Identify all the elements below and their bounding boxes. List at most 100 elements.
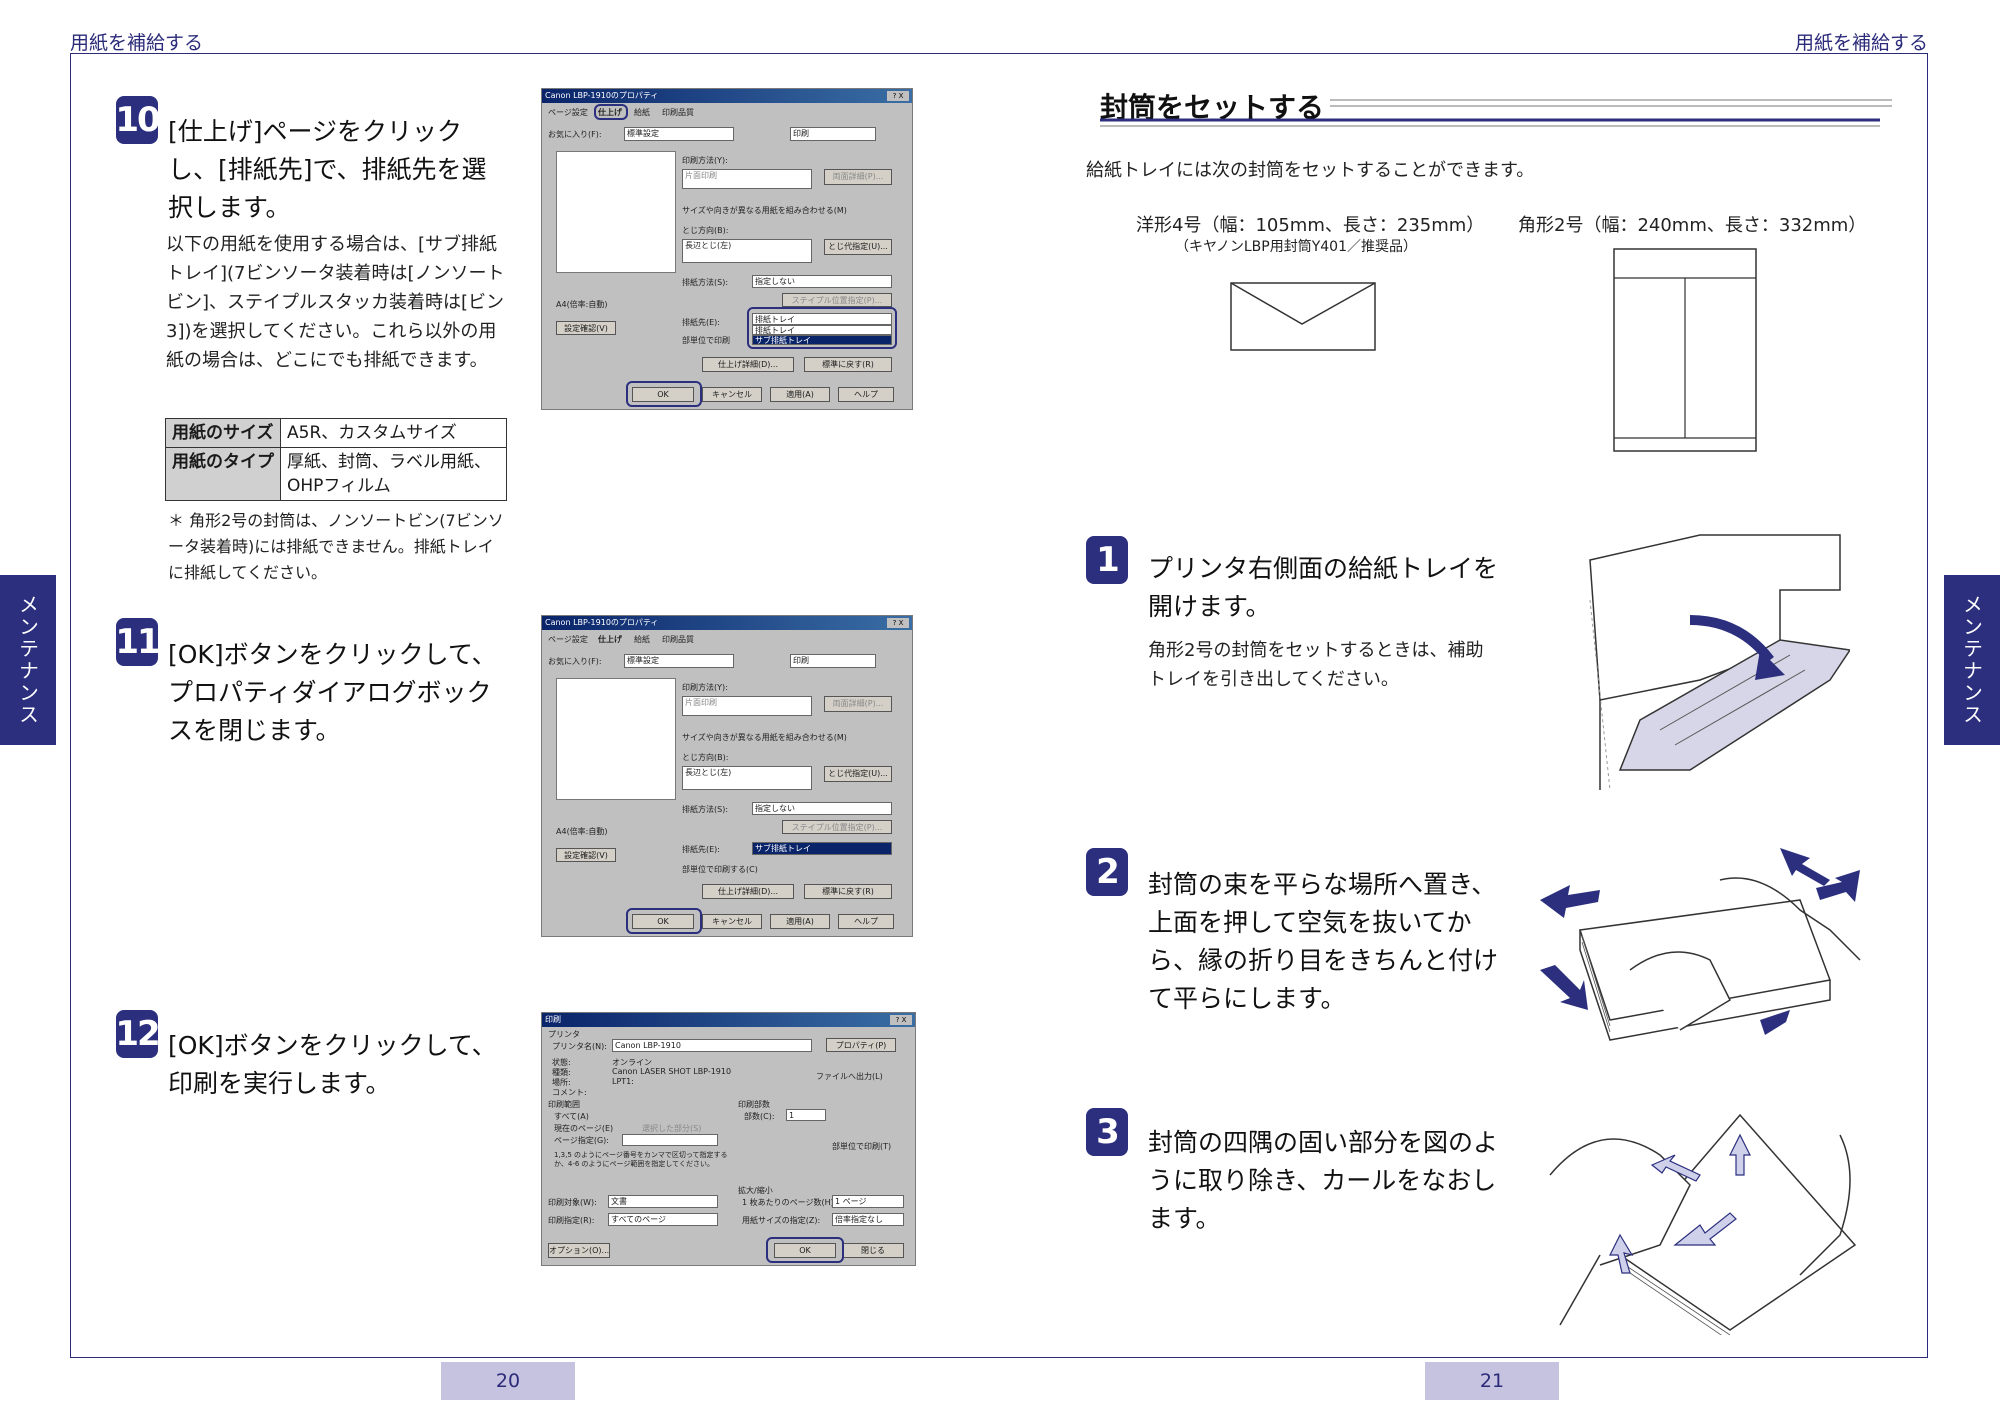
tab-paper-source[interactable]: 給紙 [634, 634, 650, 645]
output-method-select[interactable]: 指定しない [752, 802, 892, 815]
range-selection-radio[interactable]: 選択した部分(S) [642, 1123, 701, 1134]
paper-caption: A4(倍率:自動) [556, 827, 608, 836]
cancel-button[interactable]: キャンセル [702, 914, 762, 929]
print-method-select[interactable]: 片面印刷 [682, 169, 812, 189]
mixed-size-checkbox[interactable]: サイズや向きが異なる用紙を組み合わせる(M) [682, 205, 847, 216]
running-header-right: 用紙を補給する [1794, 32, 1928, 54]
finishing-detail-button[interactable]: 仕上げ詳細(D)... [702, 357, 794, 372]
tab-page-setup[interactable]: ページ設定 [548, 634, 588, 645]
step-badge-3: 3 [1086, 1108, 1128, 1156]
options-button[interactable]: オプション(O)... [548, 1243, 610, 1258]
side-tab-right: メンテナンス [1944, 575, 2000, 745]
step1-title: プリンタ右側面の給紙トレイを開けます。 [1148, 554, 1499, 621]
binding-label: とじ方向(B): [682, 753, 729, 762]
help-close-buttons[interactable]: ? X [887, 618, 909, 628]
envelope-kaku2-illustration [1613, 248, 1757, 452]
collate-checkbox[interactable]: 部単位で印刷(T) [832, 1141, 891, 1152]
staple-position-button[interactable]: ステイプル位置指定(P)... [782, 820, 892, 834]
margin-button[interactable]: とじ代指定(U)... [824, 766, 892, 782]
step10-note: ＊ 角形2号の封筒は、ノンソートビン(7ビンソータ装着時)には排紙できません。排… [168, 511, 504, 582]
print-pages-select[interactable]: すべてのページ [608, 1213, 718, 1226]
print-dialog-screenshot: 印刷 ? X プリンタ プリンタ名(N): Canon LBP-1910 プロパ… [541, 1012, 916, 1266]
running-header-left: 用紙を補給する [70, 32, 204, 54]
output-dest-label: 排紙先(E): [682, 318, 720, 327]
range-current-radio[interactable]: 現在のページ(E) [554, 1123, 613, 1134]
print-what-select[interactable]: 文書 [608, 1195, 718, 1208]
close-button[interactable]: 閉じる [842, 1243, 904, 1258]
favorites-select[interactable]: 標準設定 [624, 654, 734, 668]
range-all-radio[interactable]: すべて(A) [554, 1111, 589, 1122]
properties-button[interactable]: プロパティ(P) [826, 1038, 896, 1052]
copies-group-label: 印刷部数 [738, 1100, 770, 1109]
highlight-ok [766, 1237, 844, 1263]
per-sheet-label: 1 枚あたりのページ数(H): [742, 1198, 837, 1207]
help-button[interactable]: ヘルプ [838, 387, 894, 402]
tab-quality[interactable]: 印刷品質 [662, 634, 694, 645]
copies-input[interactable]: 1 [786, 1109, 826, 1121]
tab-quality[interactable]: 印刷品質 [662, 107, 694, 118]
step10-body: 以下の用紙を使用する場合は、[サブ排紙トレイ](7ビンソータ装着時は[ノンソート… [166, 234, 505, 371]
tab-paper-source[interactable]: 給紙 [634, 107, 650, 118]
side-tab-left: メンテナンス [0, 575, 56, 745]
print-to-file-checkbox[interactable]: ファイルへ出力(L) [816, 1071, 883, 1082]
print-method-select[interactable]: 片面印刷 [682, 696, 812, 716]
step-badge-10: 10 [115, 96, 161, 144]
step12-title: [OK]ボタンをクリックして、印刷を実行します。 [168, 1031, 497, 1098]
staple-position-button[interactable]: ステイプル位置指定(P)... [782, 293, 892, 307]
step1-body: 角形2号の封筒をセットするときは、補助トレイを引き出してください。 [1148, 640, 1484, 690]
binding-select[interactable]: 長辺とじ(左) [682, 239, 812, 263]
help-close-buttons[interactable]: ? X [887, 91, 909, 101]
restore-defaults-button[interactable]: 標準に戻す(R) [804, 884, 892, 899]
properties-dialog-screenshot-finishing: Canon LBP-1910のプロパティ ? X ページ設定 仕上げ 給紙 印刷… [541, 88, 913, 410]
output-dest-select[interactable]: サブ排紙トレイ [752, 842, 892, 855]
highlight-finishing-tab [594, 104, 628, 120]
collate-checkbox[interactable]: 部単位で印刷する(C) [682, 864, 758, 875]
paper-caption: A4(倍率:自動) [556, 300, 608, 309]
collate-checkbox[interactable]: 部単位で印刷 [682, 335, 730, 346]
zoom-group-label: 拡大/縮小 [738, 1186, 773, 1195]
envelope1-subcaption: （キヤノンLBP用封筒Y401／推奨品） [1175, 239, 1417, 255]
comment-label: コメント: [552, 1088, 587, 1097]
envelope-decurl-illustration [1549, 1113, 1857, 1335]
finishing-detail-button[interactable]: 仕上げ詳細(D)... [702, 884, 794, 899]
step-badge-12: 12 [115, 1010, 161, 1058]
section-title-rule [1100, 99, 1892, 127]
output-select[interactable]: 印刷 [790, 654, 876, 668]
confirm-settings-button[interactable]: 設定確認(V) [556, 321, 616, 335]
highlight-ok [626, 381, 702, 407]
favorites-select[interactable]: 標準設定 [624, 127, 734, 141]
print-method-label: 印刷方法(Y): [682, 683, 728, 692]
range-pages-radio[interactable]: ページ指定(G): [554, 1135, 609, 1146]
table-value: 厚紙、封筒、ラベル用紙、OHPフィルム [280, 447, 507, 501]
restore-defaults-button[interactable]: 標準に戻す(R) [804, 357, 892, 372]
apply-button[interactable]: 適用(A) [770, 914, 830, 929]
table-value: A5R、カスタムサイズ [280, 418, 507, 448]
printer-name-label: プリンタ名(N): [552, 1042, 607, 1051]
step-badge-2: 2 [1086, 848, 1128, 896]
step11-title: [OK]ボタンをクリックして、プロパティダイアログボックスを閉じます。 [168, 640, 497, 745]
duplex-detail-button[interactable]: 両面詳細(P)... [824, 696, 892, 712]
margin-button[interactable]: とじ代指定(U)... [824, 239, 892, 255]
step-badge-11: 11 [115, 618, 161, 666]
tab-page-setup[interactable]: ページ設定 [548, 107, 588, 118]
print-what-label: 印刷対象(W): [548, 1198, 597, 1207]
confirm-settings-button[interactable]: 設定確認(V) [556, 848, 616, 862]
output-method-select[interactable]: 指定しない [752, 275, 892, 288]
binding-select[interactable]: 長辺とじ(左) [682, 766, 812, 790]
table-key: 用紙のタイプ [165, 447, 281, 501]
help-close-buttons[interactable]: ? X [890, 1015, 912, 1025]
output-select[interactable]: 印刷 [790, 127, 876, 141]
mixed-size-checkbox[interactable]: サイズや向きが異なる用紙を組み合わせる(M) [682, 732, 847, 743]
scale-select[interactable]: 倍率指定なし [832, 1213, 904, 1226]
copies-label: 部数(C): [744, 1112, 775, 1121]
tab-finishing[interactable]: 仕上げ [598, 634, 622, 645]
range-pages-input[interactable] [622, 1134, 718, 1146]
duplex-detail-button[interactable]: 両面詳細(P)... [824, 169, 892, 185]
printer-name-select[interactable]: Canon LBP-1910 [612, 1039, 812, 1052]
apply-button[interactable]: 適用(A) [770, 387, 830, 402]
cancel-button[interactable]: キャンセル [702, 387, 762, 402]
per-sheet-select[interactable]: 1 ページ [832, 1195, 904, 1208]
dialog-title: Canon LBP-1910のプロパティ [542, 616, 912, 630]
help-button[interactable]: ヘルプ [838, 914, 894, 929]
output-method-label: 排紙方法(S): [682, 278, 729, 287]
